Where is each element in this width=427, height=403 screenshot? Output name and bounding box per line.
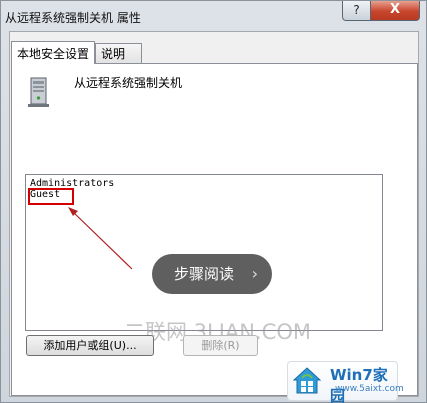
server-tower-icon [28, 77, 49, 107]
house-icon [292, 367, 322, 394]
tab-panel: 从远程系统强制关机 Administrators Guest 步骤阅读 › 二联… [11, 63, 418, 396]
dialog-client-area: 本地安全设置 说明 从远程系统强制关机 Administrators Guest [9, 31, 419, 397]
chevron-right-icon: › [251, 264, 258, 283]
logo-url: www.5aixt.com [335, 384, 404, 394]
policy-name: 从远程系统强制关机 [74, 76, 183, 90]
remove-button[interactable]: 删除(R) [183, 335, 258, 356]
step-read-button[interactable]: 步骤阅读 › [152, 254, 272, 294]
tab-local-security-setting[interactable]: 本地安全设置 [11, 41, 95, 64]
title-bar[interactable]: 从远程系统强制关机 属性 ? X [1, 1, 426, 31]
account-listbox[interactable]: Administrators Guest [25, 174, 383, 331]
add-user-or-group-button[interactable]: 添加用户或组(U)... [26, 335, 154, 356]
guest-highlight-box [28, 188, 74, 205]
window-title: 从远程系统强制关机 属性 [5, 11, 141, 25]
help-button[interactable]: ? [342, 1, 371, 21]
step-read-label: 步骤阅读 [174, 265, 235, 283]
properties-dialog: 从远程系统强制关机 属性 ? X 本地安全设置 说明 从远程系统强制关机 Adm… [0, 0, 427, 403]
close-button[interactable]: X [370, 1, 420, 21]
tab-explain[interactable]: 说明 [95, 43, 142, 63]
win7-home-logo: Win7家园 www.5aixt.com [287, 361, 404, 403]
